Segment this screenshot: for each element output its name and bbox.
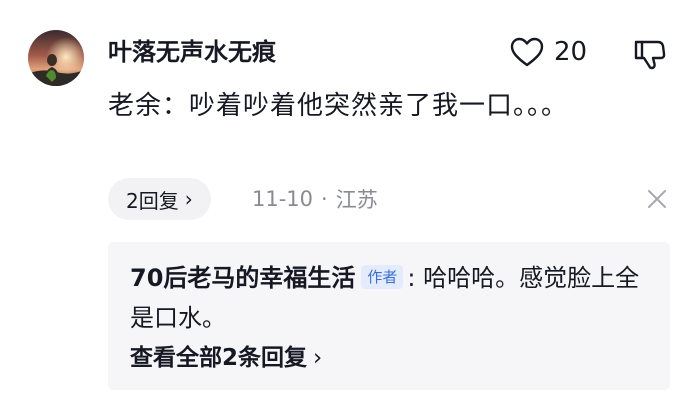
view-all-replies-link[interactable]: 查看全部2条回复 › (130, 340, 322, 376)
chevron-right-icon: › (313, 345, 323, 371)
comment-text: 老余：吵着吵着他突然亲了我一口。。。 (108, 91, 569, 121)
reply-item: 70后老马的幸福生活 作者: 哈哈哈。感觉脸上全是口水。 (130, 258, 650, 338)
thumbs-down-outline-icon (634, 40, 666, 70)
avatar-image (28, 30, 84, 86)
like-count: 20 (554, 37, 588, 67)
comment-panel: 叶落无声水无痕 20 老余：吵着吵着他突然亲了我一口。。。 2回复 › 11-1… (0, 0, 692, 407)
dislike-button[interactable] (632, 36, 668, 72)
reply-preview: 70后老马的幸福生活 作者: 哈哈哈。感觉脸上全是口水。 查看全部2条回复 › (108, 242, 670, 390)
view-all-replies-label: 查看全部2条回复 (130, 345, 308, 371)
reply-author[interactable]: 70后老马的幸福生活 (130, 264, 355, 292)
avatar[interactable] (28, 30, 84, 86)
replies-button[interactable]: 2回复 › (108, 178, 211, 220)
comment-date: 11-10 (252, 187, 314, 211)
replies-button-label: 2回复 (126, 188, 179, 213)
close-button[interactable] (644, 186, 670, 212)
author-badge: 作者 (361, 265, 404, 289)
close-icon (648, 190, 666, 208)
comment-meta: 11-10 · 江苏 (252, 178, 378, 220)
heart-outline-icon (510, 37, 544, 67)
comment-location: 江苏 (335, 188, 378, 212)
chevron-right-icon: › (184, 187, 193, 211)
username[interactable]: 叶落无声水无痕 (108, 34, 276, 70)
like-button[interactable]: 20 (510, 34, 587, 70)
meta-separator: · (321, 187, 328, 211)
